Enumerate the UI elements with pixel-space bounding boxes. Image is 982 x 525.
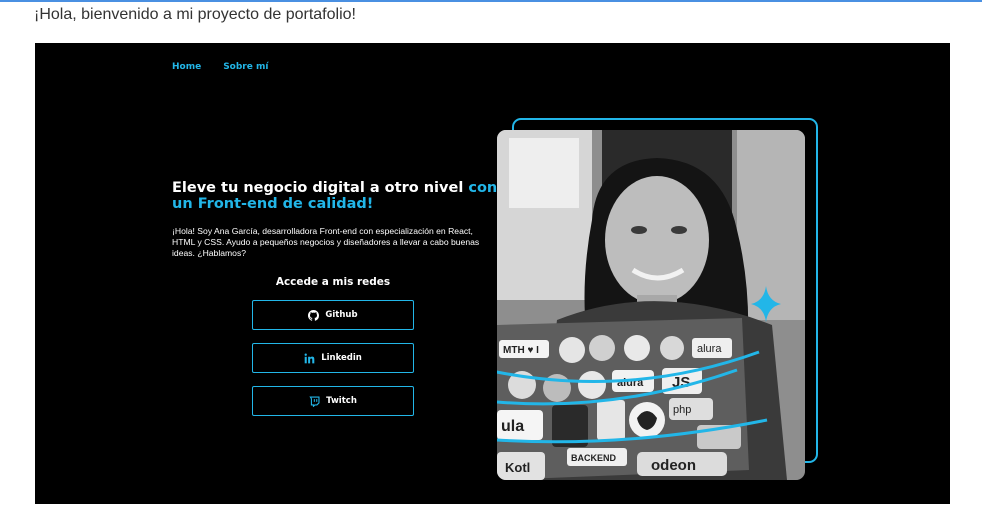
linkedin-icon bbox=[304, 353, 315, 364]
top-border-line bbox=[0, 0, 982, 2]
sparkle-star-icon bbox=[751, 286, 781, 322]
intro-text: ¡Hola, bienvenido a mi proyecto de porta… bbox=[34, 6, 356, 23]
main-nav: Home Sobre mí bbox=[172, 62, 268, 72]
sticker-mth: MTH ♥ I bbox=[503, 345, 539, 356]
github-icon bbox=[308, 309, 320, 321]
hero-photo-area: MTH ♥ I alura alura JS ula php BACKEND K… bbox=[497, 118, 818, 481]
social-title: Accede a mis redes bbox=[275, 276, 391, 288]
linkedin-button[interactable]: Linkedin bbox=[252, 343, 414, 373]
sticker-alura-1: alura bbox=[697, 343, 722, 355]
twitch-button[interactable]: Twitch bbox=[252, 386, 414, 416]
nav-home-link[interactable]: Home bbox=[172, 62, 201, 72]
sticker-ula: ula bbox=[501, 418, 524, 435]
hero-description: ¡Hola! Soy Ana García, desarrolladora Fr… bbox=[172, 226, 480, 258]
linkedin-label: Linkedin bbox=[321, 353, 362, 363]
sticker-codeon: odeon bbox=[651, 457, 696, 474]
sticker-kotl: Kotl bbox=[505, 460, 530, 475]
nav-about-link[interactable]: Sobre mí bbox=[223, 62, 268, 72]
hero-title-main: Eleve tu negocio digital a otro nivel bbox=[172, 180, 469, 196]
hero-title: Eleve tu negocio digital a otro nivel co… bbox=[172, 180, 502, 212]
github-button[interactable]: Github bbox=[252, 300, 414, 330]
github-label: Github bbox=[325, 310, 358, 320]
twitch-icon bbox=[309, 395, 320, 407]
sticker-backend: BACKEND bbox=[571, 453, 617, 463]
portfolio-frame: Home Sobre mí Eleve tu negocio digital a… bbox=[35, 43, 950, 504]
sticker-php: php bbox=[673, 404, 691, 416]
twitch-label: Twitch bbox=[326, 396, 357, 406]
